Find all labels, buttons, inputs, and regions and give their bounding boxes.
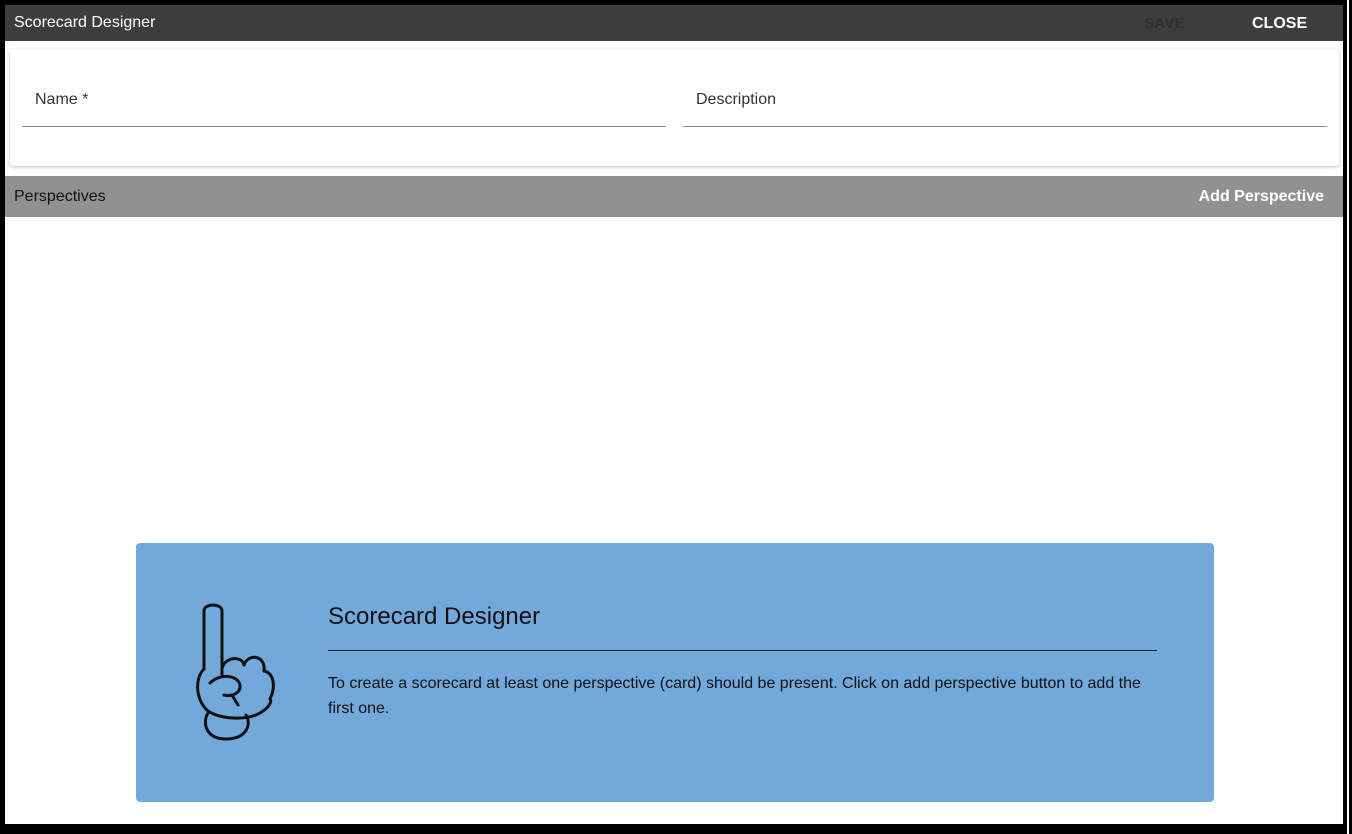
add-perspective-button[interactable]: Add Perspective [1199,188,1324,206]
title-bar: Scorecard Designer SAVE CLOSE [5,5,1343,41]
window-edge [1347,0,1349,834]
scorecard-details-form: Name * Description [10,49,1339,166]
info-message: To create a scorecard at least one persp… [328,675,1141,717]
info-heading: Scorecard Designer [328,603,541,630]
pointing-hand-icon [196,603,275,741]
description-field[interactable]: Description [683,49,1327,127]
name-field-label: Name * [35,91,89,108]
scorecard-designer-dialog: Scorecard Designer SAVE CLOSE Name * Des… [5,5,1343,824]
empty-state-info-box: Scorecard Designer To create a scorecard… [136,543,1214,802]
description-field-label: Description [696,91,777,108]
save-button[interactable]: SAVE [1144,15,1185,32]
perspectives-title: Perspectives [14,188,106,205]
perspectives-header: Perspectives Add Perspective [5,176,1343,217]
name-field[interactable]: Name * [22,49,666,127]
dialog-title: Scorecard Designer [14,14,156,31]
divider [328,650,1157,651]
close-button[interactable]: CLOSE [1252,15,1307,33]
